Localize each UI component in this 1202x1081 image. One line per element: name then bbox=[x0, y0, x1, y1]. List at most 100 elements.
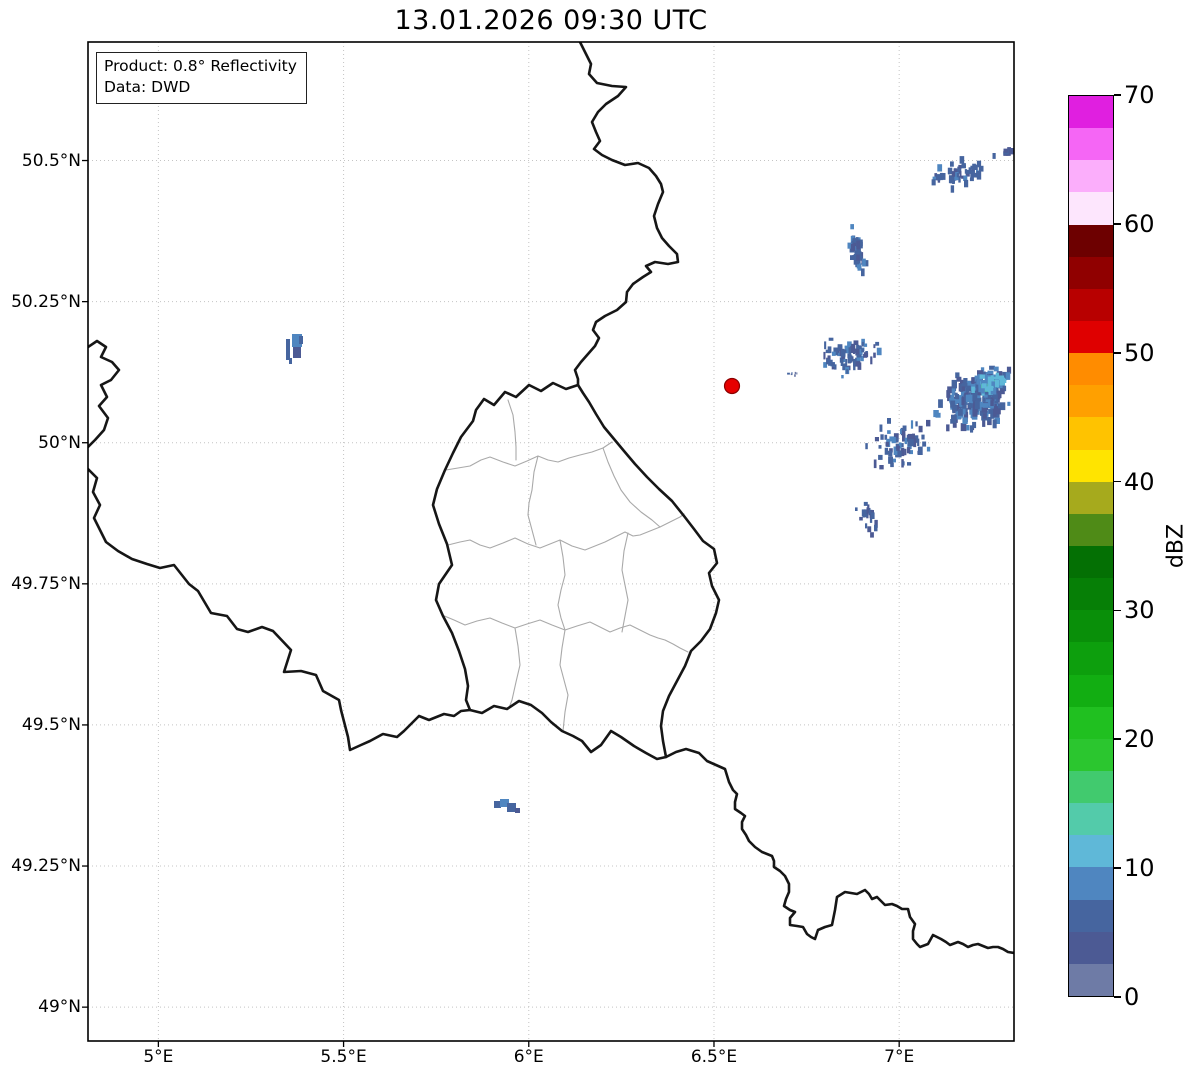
colorbar-segment bbox=[1069, 128, 1113, 161]
map-plot-area bbox=[82, 41, 1015, 1047]
colorbar-segment bbox=[1069, 835, 1113, 868]
radar-echo-cell bbox=[960, 423, 967, 432]
radar-echo-cell bbox=[293, 347, 301, 358]
radar-echo-cell bbox=[902, 425, 907, 431]
radar-echo-cell bbox=[791, 372, 793, 375]
radar-echo-cell bbox=[968, 394, 973, 403]
radar-echo-cell bbox=[863, 501, 868, 506]
radar-echo-cell bbox=[863, 343, 868, 347]
figure-title: 13.01.2026 09:30 UTC bbox=[394, 5, 708, 36]
radar-echo-cell bbox=[856, 344, 860, 349]
radar-echo-cell bbox=[878, 454, 883, 460]
radar-echo-cell bbox=[794, 371, 797, 375]
radar-echo-cell bbox=[859, 516, 863, 521]
colorbar-segment bbox=[1069, 256, 1113, 289]
radar-echo-cell bbox=[997, 403, 1002, 409]
colorbar-segment bbox=[1069, 931, 1113, 964]
admin-borders-layer bbox=[441, 399, 689, 732]
colorbar-segment bbox=[1069, 192, 1113, 225]
colorbar-tick-label: 10 bbox=[1124, 854, 1155, 883]
radar-echo-cell bbox=[856, 354, 862, 358]
country-border-path bbox=[88, 339, 121, 449]
radar-echo-cell bbox=[828, 337, 834, 341]
radar-echo-cell bbox=[948, 168, 951, 175]
radar-echo-cell bbox=[974, 164, 978, 170]
radar-echo-cell bbox=[962, 417, 968, 424]
radar-echo-cell bbox=[286, 339, 290, 360]
radar-echo-cell bbox=[1005, 372, 1011, 380]
country-border-path bbox=[431, 381, 721, 761]
colorbar-segment bbox=[1069, 803, 1113, 836]
colorbar-tick-label: 50 bbox=[1124, 338, 1155, 367]
x-tick-label: 5.5°E bbox=[320, 1047, 367, 1067]
radar-echo-cell bbox=[887, 418, 891, 424]
colorbar-tick-label: 30 bbox=[1124, 596, 1155, 625]
admin-border-path bbox=[441, 614, 689, 653]
radar-echo-cell bbox=[840, 359, 844, 366]
radar-echo-cell bbox=[876, 347, 882, 356]
colorbar-segment bbox=[1069, 96, 1113, 129]
radar-echo-cell bbox=[931, 179, 936, 186]
gridline-layer bbox=[88, 42, 1014, 1041]
radar-echo-cell bbox=[831, 351, 836, 356]
y-tick-label: 50.5°N bbox=[21, 150, 81, 171]
colorbar-segment bbox=[1069, 610, 1113, 643]
radar-echo-cell bbox=[950, 161, 954, 167]
radar-echo-cell bbox=[831, 362, 835, 367]
colorbar-segment bbox=[1069, 160, 1113, 193]
radar-echo-cell bbox=[855, 507, 858, 511]
country-border-path bbox=[664, 747, 1014, 955]
radar-echo-cell bbox=[494, 801, 501, 808]
radar-echo-cell bbox=[946, 424, 950, 432]
radar-echo-cell bbox=[870, 512, 875, 519]
radar-echo-cell bbox=[954, 392, 958, 399]
colorbar-segment bbox=[1069, 674, 1113, 707]
admin-border-path bbox=[527, 455, 539, 546]
radar-echo-cell bbox=[856, 264, 860, 269]
radar-echo-cell bbox=[787, 372, 790, 375]
radar-echo-cell bbox=[885, 441, 890, 447]
colorbar-tick-label: 60 bbox=[1124, 209, 1155, 238]
radar-echo-cell bbox=[921, 434, 925, 440]
radar-echo-cell bbox=[982, 413, 987, 419]
colorbar-tick-mark bbox=[1114, 94, 1121, 96]
radar-echo-cell bbox=[992, 419, 997, 429]
radar-echo-cell bbox=[507, 803, 516, 812]
radar-echo-cell bbox=[958, 408, 963, 416]
radar-echo-cell bbox=[850, 243, 856, 252]
plot-frame bbox=[87, 41, 1015, 1042]
colorbar-tick-label: 20 bbox=[1124, 725, 1155, 754]
x-tick-label: 6°E bbox=[513, 1047, 544, 1067]
radar-echo-cell bbox=[959, 156, 965, 164]
radar-echo-cell bbox=[888, 450, 893, 457]
radar-echo-cell bbox=[910, 420, 914, 429]
radar-echo-cell bbox=[846, 369, 849, 374]
colorbar-segment bbox=[1069, 963, 1113, 996]
x-tick-label: 5°E bbox=[143, 1047, 174, 1067]
radar-echo-cell bbox=[299, 336, 303, 344]
radar-echo-cell bbox=[850, 255, 855, 260]
radar-echo-cell bbox=[855, 361, 861, 367]
radar-echo-cell bbox=[853, 358, 856, 367]
colorbar-segment bbox=[1069, 288, 1113, 321]
radar-echo-cell bbox=[845, 359, 848, 366]
radar-echo-cell bbox=[823, 351, 826, 360]
colorbar-tick-mark bbox=[1114, 867, 1121, 869]
colorbar-segment bbox=[1069, 899, 1113, 932]
radar-echo-cell bbox=[906, 447, 911, 454]
colorbar-tick-label: 70 bbox=[1124, 81, 1155, 109]
radar-site-marker bbox=[723, 377, 741, 395]
radar-echo-cell bbox=[874, 437, 879, 442]
radar-echo-cell bbox=[1000, 377, 1006, 384]
colorbar-segment bbox=[1069, 417, 1113, 450]
radar-echo-cell bbox=[515, 808, 520, 813]
colorbar-segment bbox=[1069, 449, 1113, 482]
radar-echo-cell bbox=[970, 165, 974, 169]
radar-echo-cell bbox=[847, 355, 853, 363]
radar-echo-cell bbox=[933, 410, 939, 418]
radar-echo-cell bbox=[976, 171, 982, 180]
radar-echo-cell bbox=[889, 456, 893, 464]
colorbar-tick-mark bbox=[1114, 738, 1121, 741]
radar-echo-cell bbox=[891, 436, 896, 444]
radar-echo-cell bbox=[970, 170, 975, 174]
